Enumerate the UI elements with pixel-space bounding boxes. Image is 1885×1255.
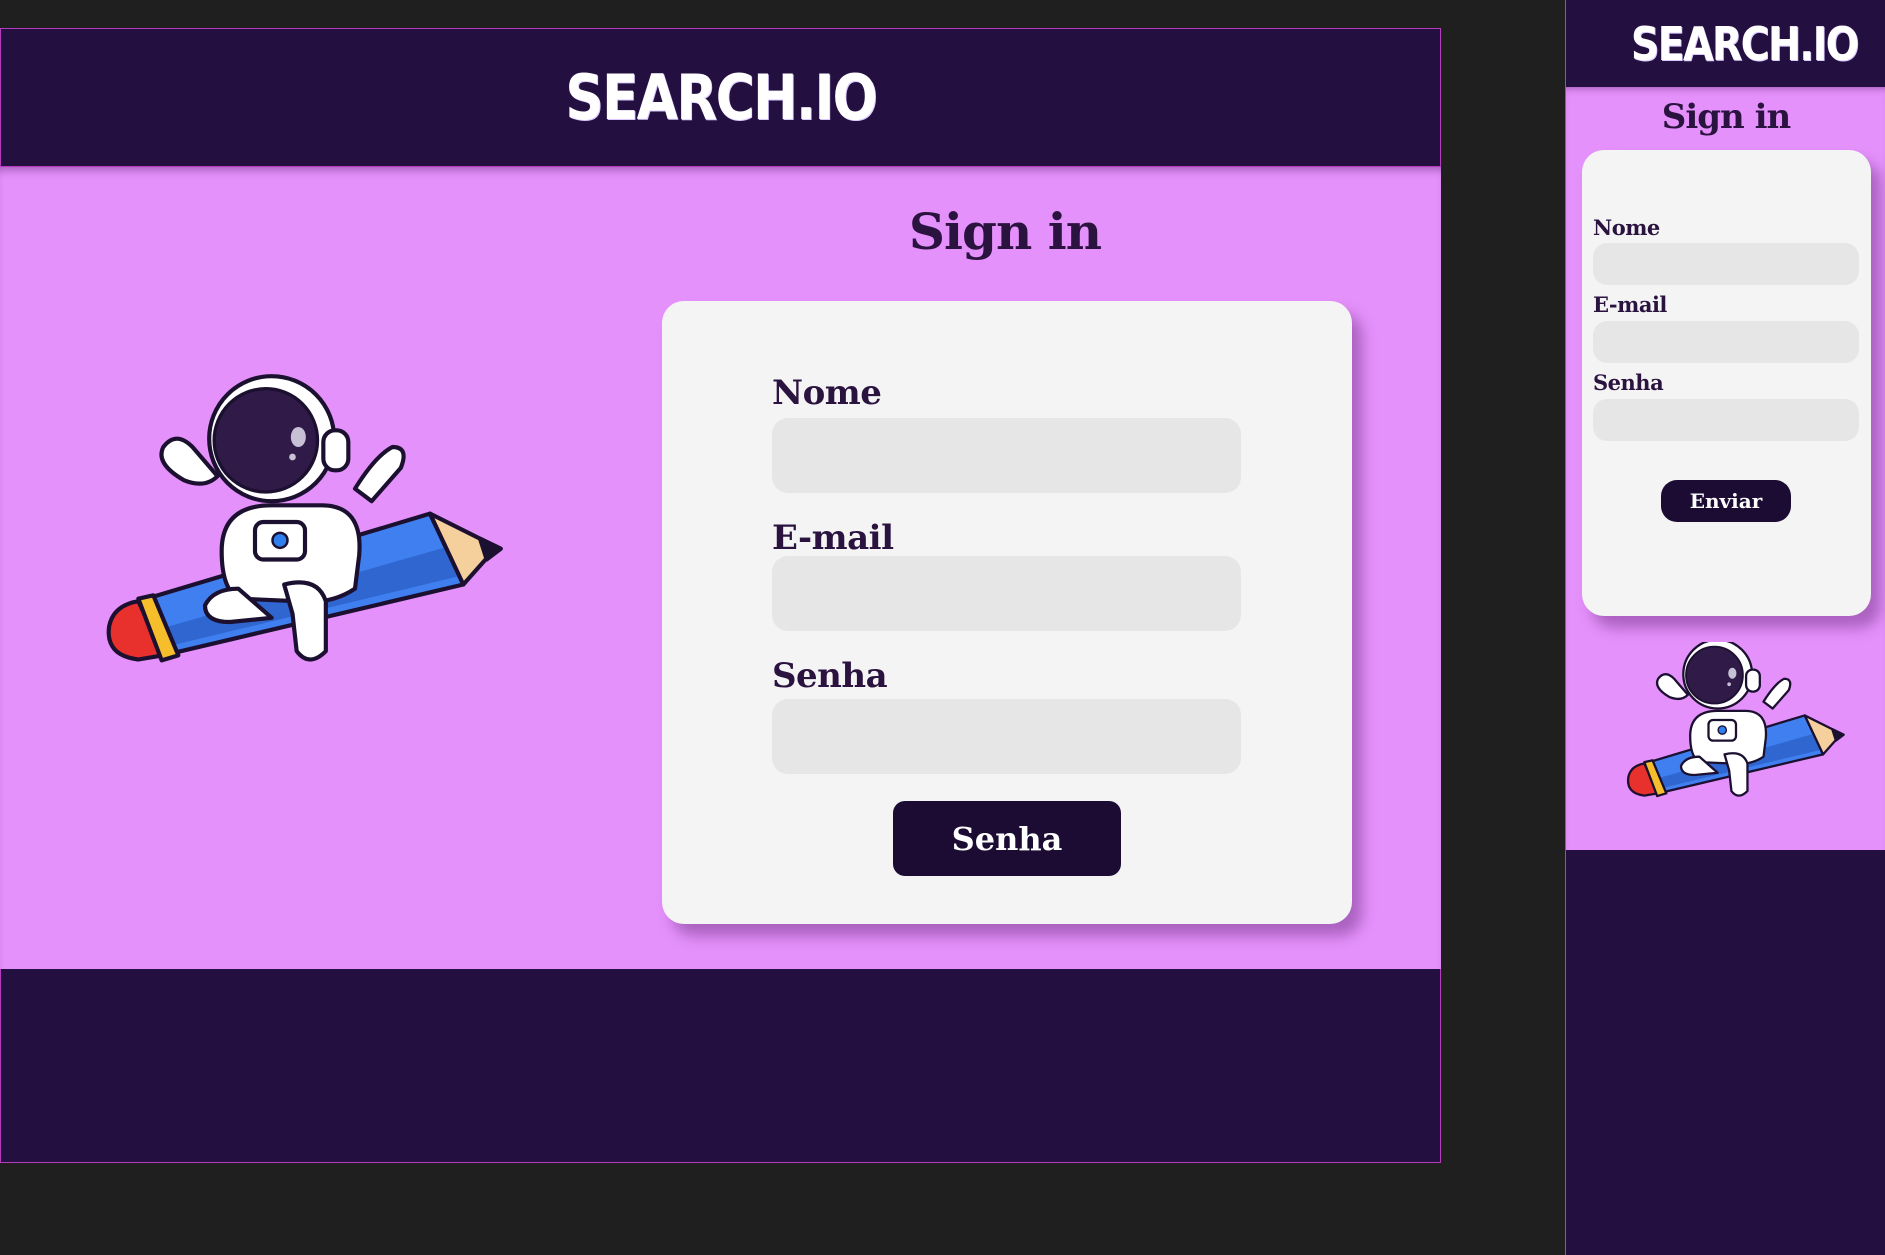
mobile-signin-form: Nome E-mail Senha Enviar — [1582, 150, 1871, 616]
astronaut-illustration — [105, 372, 505, 737]
mobile-header: SEARCH.IO — [1566, 0, 1885, 87]
submit-button[interactable]: Senha — [893, 801, 1121, 876]
mobile-footer — [1566, 850, 1885, 1255]
site-footer — [0, 969, 1441, 1163]
mobile-brand-logo[interactable]: SEARCH.IO — [1631, 17, 1859, 71]
mobile-astronaut-illustration — [1626, 632, 1846, 832]
signin-form: Nome E-mail Senha Senha — [662, 301, 1352, 924]
mobile-email-field[interactable] — [1593, 321, 1859, 363]
email-field[interactable] — [772, 556, 1241, 631]
mobile-page-title: Sign in — [1661, 97, 1791, 137]
desktop-view: SEARCH.IO Sign in Nome E-mail Senha Senh… — [0, 28, 1441, 1163]
main-section: Sign in Nome E-mail Senha Senha — [0, 167, 1441, 969]
password-field[interactable] — [772, 699, 1241, 774]
email-label: E-mail — [772, 518, 894, 558]
mobile-submit-button[interactable]: Enviar — [1661, 480, 1791, 522]
mobile-email-label: E-mail — [1593, 292, 1667, 317]
name-label: Nome — [772, 373, 882, 413]
mobile-name-label: Nome — [1593, 215, 1660, 240]
mobile-main-section: Sign in Nome E-mail Senha Enviar — [1566, 87, 1885, 850]
name-field[interactable] — [772, 418, 1241, 493]
mobile-name-field[interactable] — [1593, 243, 1859, 285]
password-label: Senha — [772, 656, 888, 696]
brand-logo[interactable]: SEARCH.IO — [565, 61, 878, 134]
site-header: SEARCH.IO — [0, 28, 1441, 167]
mobile-password-field[interactable] — [1593, 399, 1859, 441]
mobile-view: SEARCH.IO Sign in Nome E-mail Senha Envi… — [1565, 0, 1885, 1255]
page-title: Sign in — [908, 202, 1102, 261]
mobile-password-label: Senha — [1593, 370, 1664, 395]
